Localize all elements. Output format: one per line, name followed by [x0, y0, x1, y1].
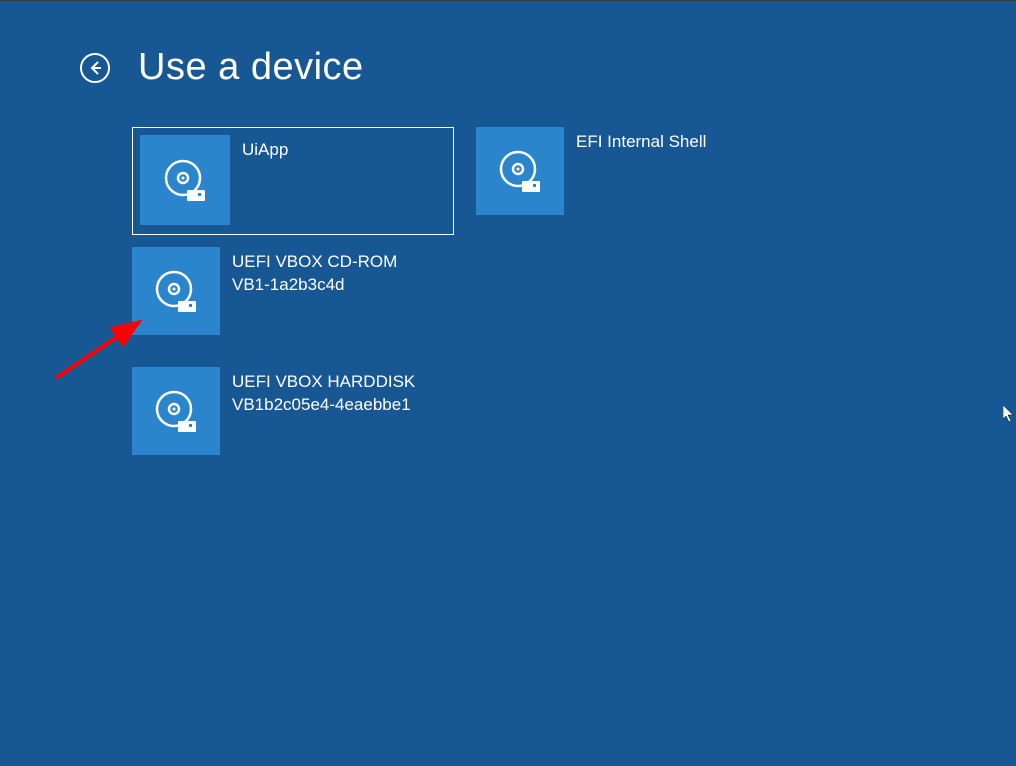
- device-tile-uiapp[interactable]: UiApp: [132, 127, 454, 235]
- header: Use a device: [0, 1, 1016, 89]
- device-tile-harddisk[interactable]: UEFI VBOX HARDDISK VB1b2c05e4-4eaebbe1: [132, 367, 454, 475]
- device-label-line1: UiApp: [242, 140, 288, 159]
- device-label-line1: UEFI VBOX HARDDISK: [232, 372, 415, 391]
- device-tile-cdrom[interactable]: UEFI VBOX CD-ROM VB1-1a2b3c4d: [132, 247, 454, 355]
- device-label: EFI Internal Shell: [564, 127, 706, 154]
- device-label: UEFI VBOX HARDDISK VB1b2c05e4-4eaebbe1: [220, 367, 415, 417]
- device-label-line1: UEFI VBOX CD-ROM: [232, 252, 397, 271]
- device-label-line2: VB1-1a2b3c4d: [232, 274, 397, 297]
- back-arrow-icon: [87, 60, 103, 76]
- back-button[interactable]: [80, 53, 110, 83]
- page-title: Use a device: [138, 46, 364, 89]
- device-label: UiApp: [230, 135, 288, 162]
- disc-icon: [476, 127, 564, 215]
- device-label: UEFI VBOX CD-ROM VB1-1a2b3c4d: [220, 247, 397, 297]
- device-label-line2: VB1b2c05e4-4eaebbe1: [232, 394, 415, 417]
- device-grid: UiApp EFI Internal Shell: [0, 89, 1016, 475]
- empty-cell: [476, 247, 798, 355]
- disc-icon: [132, 367, 220, 455]
- disc-icon: [140, 135, 230, 225]
- device-tile-efi-shell[interactable]: EFI Internal Shell: [476, 127, 798, 235]
- disc-icon: [132, 247, 220, 335]
- device-label-line1: EFI Internal Shell: [576, 132, 706, 151]
